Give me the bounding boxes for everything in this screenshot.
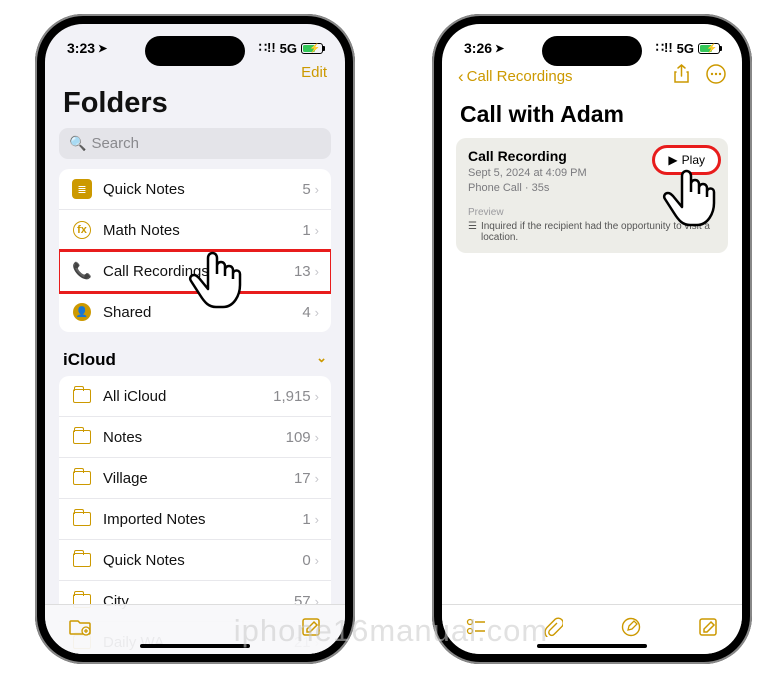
phone-frame-right: 3:26➤ ∷!! 5G ⚡ ‹ Call Recordings Call wi…	[432, 14, 752, 664]
compose-icon[interactable]	[698, 617, 718, 643]
battery-icon: ⚡	[301, 43, 323, 54]
phone-icon: 📞	[72, 261, 92, 281]
screen-folders: 3:23➤ ∷!! 5G ⚡ Edit Folders 🔍 Search ≣ Q…	[45, 24, 345, 654]
chevron-right-icon: ›	[315, 430, 319, 445]
play-triangle-icon: ▶	[668, 153, 677, 167]
location-arrow-icon: ➤	[495, 42, 504, 55]
screen-note-detail: 3:26➤ ∷!! 5G ⚡ ‹ Call Recordings Call wi…	[442, 24, 742, 654]
recording-card: Call Recording Sept 5, 2024 at 4:09 PM P…	[456, 138, 728, 253]
folder-count: 17	[294, 470, 311, 487]
back-button[interactable]: ‹ Call Recordings	[458, 67, 573, 87]
folder-row[interactable]: 📞 Call Recordings 13 ›	[59, 251, 331, 292]
dynamic-island	[542, 36, 642, 66]
share-icon[interactable]	[673, 64, 690, 89]
signal-icon: ∷!!	[259, 40, 276, 56]
signal-icon: ∷!!	[656, 40, 673, 56]
quick-notes-icon: ≣	[72, 179, 92, 199]
folder-count: 109	[286, 429, 311, 446]
dynamic-island	[145, 36, 245, 66]
note-title: Call with Adam	[442, 95, 742, 138]
folder-count: 4	[302, 304, 310, 321]
folder-label: Call Recordings	[103, 263, 294, 280]
compose-icon[interactable]	[301, 617, 321, 643]
person-icon: 👤	[73, 303, 91, 321]
draw-icon[interactable]	[621, 617, 641, 643]
location-arrow-icon: ➤	[98, 42, 107, 55]
folder-label: Notes	[103, 429, 286, 446]
chevron-right-icon: ›	[315, 223, 319, 238]
folder-group-top: ≣ Quick Notes 5 › fx Math Notes 1 › 📞 Ca…	[59, 169, 331, 332]
folder-row[interactable]: All iCloud 1,915 ›	[59, 376, 331, 417]
folder-icon	[73, 512, 91, 526]
battery-icon: ⚡	[698, 43, 720, 54]
folder-icon	[73, 430, 91, 444]
play-button[interactable]: ▶ Play	[655, 148, 718, 172]
chevron-right-icon: ›	[315, 389, 319, 404]
folder-row[interactable]: Imported Notes 1 ›	[59, 499, 331, 540]
checklist-icon[interactable]	[466, 617, 486, 643]
folder-icon	[73, 471, 91, 485]
search-icon: 🔍	[69, 135, 86, 152]
more-icon[interactable]	[706, 64, 726, 89]
transcript-icon: ☰	[468, 221, 477, 243]
folder-count: 0	[302, 552, 310, 569]
edit-button[interactable]: Edit	[301, 64, 327, 81]
folder-icon	[73, 553, 91, 567]
network-label: 5G	[280, 41, 297, 56]
folder-label: Village	[103, 470, 294, 487]
folder-icon	[73, 389, 91, 403]
back-label: Call Recordings	[467, 68, 573, 85]
folder-label: All iCloud	[103, 388, 273, 405]
phone-frame-left: 3:23➤ ∷!! 5G ⚡ Edit Folders 🔍 Search ≣ Q…	[35, 14, 355, 664]
chevron-right-icon: ›	[315, 553, 319, 568]
chevron-down-icon[interactable]: ⌄	[316, 350, 327, 370]
home-indicator	[537, 644, 647, 648]
folder-count: 1	[302, 511, 310, 528]
chevron-right-icon: ›	[315, 305, 319, 320]
folder-count: 5	[302, 181, 310, 198]
status-time: 3:23	[67, 40, 95, 56]
chevron-left-icon: ‹	[458, 67, 464, 87]
folder-count: 1,915	[273, 388, 311, 405]
chevron-right-icon: ›	[315, 264, 319, 279]
folder-row[interactable]: Quick Notes 0 ›	[59, 540, 331, 581]
network-label: 5G	[677, 41, 694, 56]
folder-count: 13	[294, 263, 311, 280]
search-input[interactable]: 🔍 Search	[59, 128, 331, 159]
card-preview-label: Preview	[468, 207, 716, 218]
new-folder-icon[interactable]	[69, 618, 91, 642]
folder-label: Quick Notes	[103, 552, 302, 569]
folder-row[interactable]: fx Math Notes 1 ›	[59, 210, 331, 251]
home-indicator	[140, 644, 250, 648]
folder-label: Quick Notes	[103, 181, 302, 198]
chevron-right-icon: ›	[315, 512, 319, 527]
folder-count: 1	[302, 222, 310, 239]
folder-row[interactable]: Village 17 ›	[59, 458, 331, 499]
attach-icon[interactable]	[543, 617, 563, 643]
card-preview-text: Inquired if the recipient had the opport…	[481, 221, 716, 243]
folder-row[interactable]: 👤 Shared 4 ›	[59, 292, 331, 332]
folder-row[interactable]: Notes 109 ›	[59, 417, 331, 458]
card-meta: Phone Call · 35s	[468, 181, 716, 196]
page-title: Folders	[45, 87, 345, 128]
folder-row[interactable]: ≣ Quick Notes 5 ›	[59, 169, 331, 210]
math-icon: fx	[73, 221, 91, 239]
chevron-right-icon: ›	[315, 182, 319, 197]
search-placeholder: Search	[91, 135, 139, 152]
folder-label: Shared	[103, 304, 302, 321]
chevron-right-icon: ›	[315, 471, 319, 486]
folder-label: Math Notes	[103, 222, 302, 239]
status-time: 3:26	[464, 40, 492, 56]
play-label: Play	[682, 153, 705, 167]
folder-label: Imported Notes	[103, 511, 302, 528]
section-title-icloud: iCloud	[63, 350, 116, 370]
